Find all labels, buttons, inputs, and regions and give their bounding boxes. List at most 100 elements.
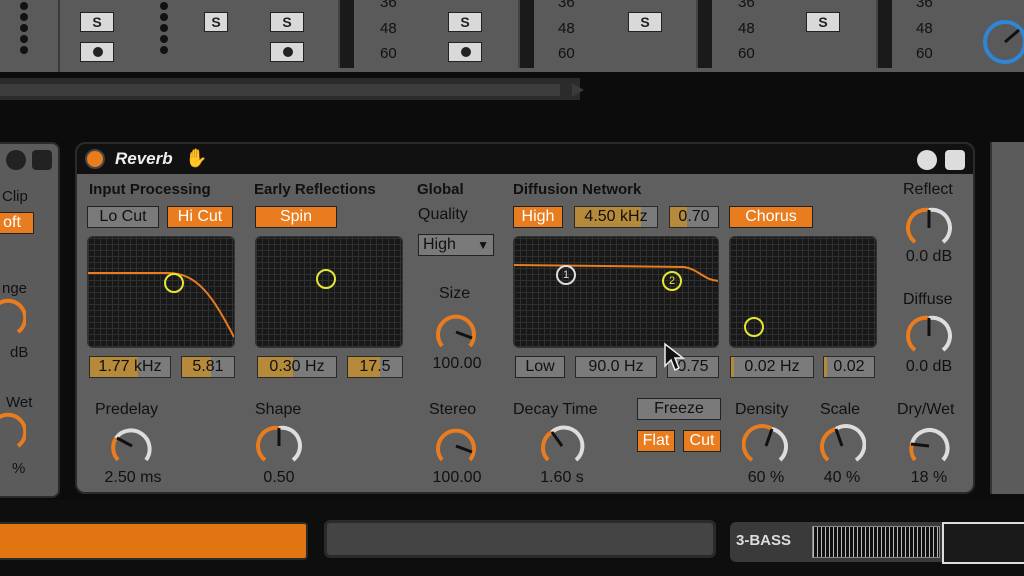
db-tick: 36	[916, 0, 933, 11]
range-knob[interactable]	[0, 298, 26, 342]
db-tick: 36	[558, 0, 575, 11]
monitor-button[interactable]	[80, 42, 114, 62]
chorus-amount-field[interactable]: 0.02	[823, 356, 875, 378]
solo-button[interactable]: S	[204, 12, 228, 32]
scale-value: 40 %	[823, 469, 861, 486]
save-preset-icon[interactable]	[945, 150, 965, 170]
db-tick: 60	[916, 45, 933, 62]
stereo-label: Stereo	[429, 401, 477, 418]
lo-cut-button[interactable]: Lo Cut	[87, 206, 159, 228]
hot-swap-icon[interactable]	[917, 150, 937, 170]
early-reflections-display[interactable]	[255, 236, 403, 348]
input-freq-field[interactable]: 1.77 kHz	[89, 356, 171, 378]
range-value: dB	[10, 344, 29, 361]
flat-button[interactable]: Flat	[637, 430, 675, 452]
chorus-button[interactable]: Chorus	[729, 206, 813, 228]
diffusion-low-button[interactable]: Low	[515, 356, 565, 378]
solo-button[interactable]: S	[80, 12, 114, 32]
chorus-freq-field[interactable]: 0.02 Hz	[730, 356, 814, 378]
freeze-button[interactable]: Freeze	[637, 398, 721, 420]
scale-knob[interactable]	[818, 422, 866, 470]
stereo-value: 100.00	[432, 469, 482, 486]
device-title-bar: Reverb ✋	[77, 144, 973, 174]
solo-button[interactable]: S	[448, 12, 482, 32]
refresh-icon[interactable]	[6, 150, 26, 170]
global-header: Global	[417, 181, 464, 198]
device-thumbnail[interactable]	[942, 522, 1024, 564]
predelay-knob[interactable]	[108, 422, 156, 470]
waveform-thumbnail[interactable]	[812, 526, 940, 558]
dry-wet-knob[interactable]	[905, 422, 953, 470]
input-filter-display[interactable]	[87, 236, 235, 348]
solo-button[interactable]: S	[628, 12, 662, 32]
shape-knob[interactable]	[255, 422, 303, 470]
db-tick: 36	[380, 0, 397, 11]
drywet-knob[interactable]	[0, 412, 26, 456]
diffusion-high-button[interactable]: High	[513, 206, 563, 228]
right-device-panel	[990, 142, 1024, 494]
density-knob[interactable]	[742, 422, 790, 470]
save-icon[interactable]	[32, 150, 52, 170]
spin-handle[interactable]	[316, 269, 336, 289]
reverb-device: Reverb ✋ Input Processing Early Reflecti…	[75, 142, 975, 494]
diffusion-display[interactable]: 1 2	[513, 236, 719, 348]
level-meter	[696, 0, 712, 68]
pan-knob[interactable]	[975, 8, 1024, 68]
track-name: 3-BASS	[736, 532, 792, 549]
db-tick: 48	[738, 20, 755, 37]
decay-time-value: 1.60 s	[540, 469, 584, 486]
solo-button[interactable]: S	[270, 12, 304, 32]
chorus-handle[interactable]	[744, 317, 764, 337]
spin-button[interactable]: Spin	[255, 206, 337, 228]
dry-wet-value: 18 %	[910, 469, 948, 486]
reflect-label: Reflect	[903, 181, 953, 198]
power-icon[interactable]	[85, 149, 105, 169]
shape-value: 0.50	[263, 469, 295, 486]
mixer-strip: S S S 36 48 60 S 36 48 60 S 36 48 60 S 3…	[0, 0, 1024, 72]
track-info: 3-BASS	[730, 522, 1024, 564]
predelay-label: Predelay	[95, 401, 159, 418]
db-tick: 60	[738, 45, 755, 62]
clip-soft-button[interactable]: oft	[0, 212, 34, 234]
scroll-right-arrow-icon[interactable]	[572, 83, 584, 97]
solo-button[interactable]: S	[806, 12, 840, 32]
quality-value: High	[423, 236, 456, 253]
meter-dots	[160, 2, 168, 57]
chevron-down-icon: ▼	[477, 238, 489, 252]
early-freq-field[interactable]: 0.30 Hz	[257, 356, 337, 378]
mixer-channel	[0, 0, 60, 72]
input-q-field[interactable]: 5.81	[181, 356, 235, 378]
size-label: Size	[439, 285, 471, 302]
filter-handle[interactable]	[164, 273, 184, 293]
size-value: 100.00	[432, 355, 482, 372]
diffusion-high-freq-field[interactable]: 4.50 kHz	[574, 206, 658, 228]
early-amount-field[interactable]: 17.5	[347, 356, 403, 378]
clip-overview-bar[interactable]	[324, 520, 716, 558]
cut-button[interactable]: Cut	[683, 430, 721, 452]
size-knob[interactable]	[432, 308, 480, 356]
hi-cut-button[interactable]: Hi Cut	[167, 206, 233, 228]
diffusion-high-amount-field[interactable]: 0.70	[669, 206, 719, 228]
input-processing-header: Input Processing	[89, 181, 211, 198]
dry-wet-label: Dry/Wet	[897, 401, 955, 418]
left-device-panel: Clip oft nge dB Wet %	[0, 142, 60, 498]
chorus-display[interactable]	[729, 236, 877, 348]
level-meter	[876, 0, 892, 68]
quality-select[interactable]: High ▼	[418, 234, 494, 256]
reflect-knob[interactable]	[905, 204, 953, 252]
diffuse-knob[interactable]	[905, 312, 953, 360]
decay-time-knob[interactable]	[538, 422, 586, 470]
clip-label: Clip	[2, 188, 28, 205]
shape-label: Shape	[255, 401, 302, 418]
diffusion-marker-2[interactable]: 2	[662, 271, 682, 291]
diffusion-marker-1[interactable]: 1	[556, 265, 576, 285]
stereo-knob[interactable]	[432, 422, 480, 470]
scroll-bar[interactable]	[0, 78, 584, 100]
density-value: 60 %	[747, 469, 785, 486]
diffuse-label: Diffuse	[903, 291, 953, 308]
diffusion-low-freq-field[interactable]: 90.0 Hz	[575, 356, 657, 378]
monitor-button[interactable]	[448, 42, 482, 62]
quality-label: Quality	[418, 206, 468, 223]
track-selector-bar[interactable]	[0, 522, 308, 560]
monitor-button[interactable]	[270, 42, 304, 62]
